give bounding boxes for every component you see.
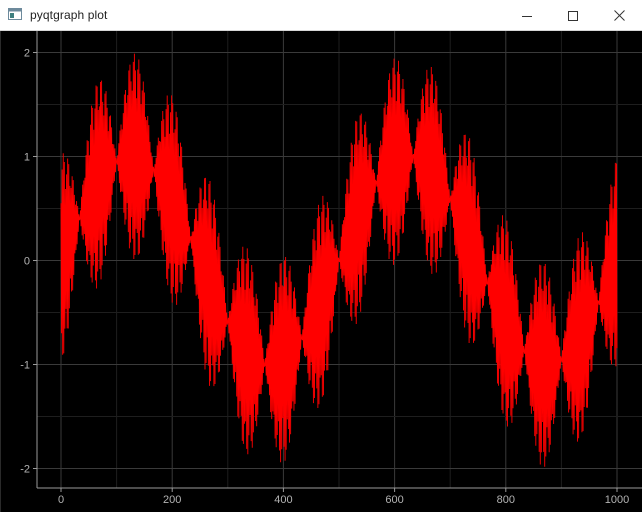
x-tick-label: 400: [274, 494, 292, 506]
minimize-button[interactable]: [504, 0, 550, 31]
y-tick-label: 0: [24, 256, 30, 268]
close-icon: [613, 10, 625, 21]
x-tick-label: 600: [385, 494, 403, 506]
plot-widget[interactable]: 0 200 400 600 800 1000 -2 -1 0 1 2: [0, 31, 642, 512]
x-tick-label: 1000: [605, 494, 629, 506]
y-tick-label: 2: [24, 48, 30, 60]
app-icon: [8, 8, 22, 20]
maximize-icon: [568, 10, 578, 21]
x-tick-label: 200: [163, 494, 181, 506]
window-left-edge: [0, 31, 1, 512]
maximize-button[interactable]: [550, 0, 596, 31]
y-tick-label: -1: [20, 360, 30, 372]
window-title: pyqtgraph plot: [30, 8, 108, 22]
window-titlebar[interactable]: pyqtgraph plot: [0, 0, 642, 31]
x-tick-label: 800: [497, 494, 515, 506]
plot-canvas[interactable]: 0 200 400 600 800 1000 -2 -1 0 1 2: [0, 31, 642, 512]
close-button[interactable]: [596, 0, 642, 31]
y-tick-label: 1: [24, 152, 30, 164]
minimize-icon: [522, 15, 532, 17]
y-tick-label: -2: [20, 464, 30, 476]
x-tick-label: 0: [58, 494, 64, 506]
